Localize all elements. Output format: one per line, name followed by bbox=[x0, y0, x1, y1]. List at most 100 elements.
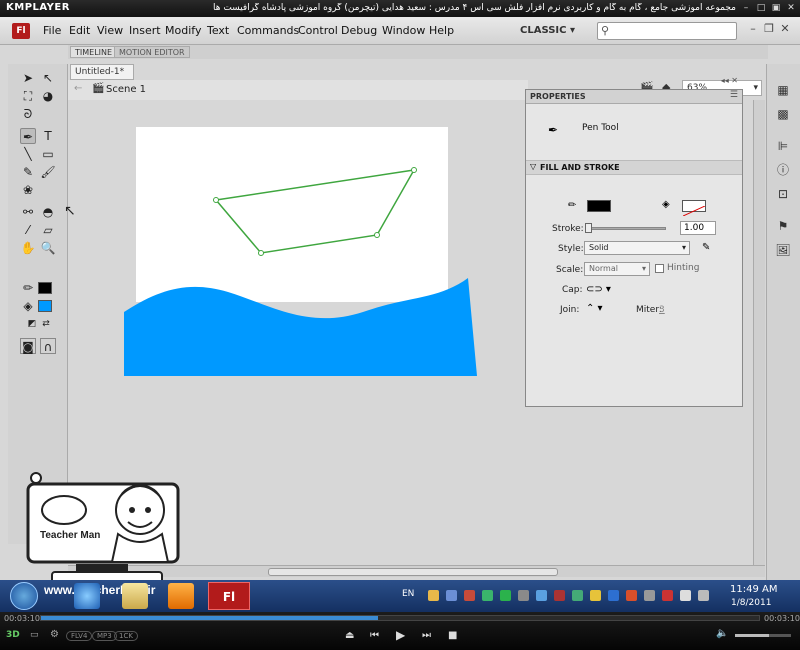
seek-bar[interactable] bbox=[40, 615, 760, 621]
info-panel-icon[interactable]: ⓘ bbox=[775, 162, 791, 178]
fill-color-swatch[interactable] bbox=[38, 300, 52, 312]
menu-file[interactable]: File bbox=[43, 24, 61, 37]
internet-explorer-icon[interactable] bbox=[74, 583, 100, 609]
eyedropper-tool-icon[interactable]: ⁄ bbox=[20, 222, 36, 238]
paint-bucket-tool-icon[interactable]: ◓ bbox=[40, 204, 56, 220]
hinting-checkbox[interactable] bbox=[655, 264, 664, 273]
swap-colors-icon[interactable]: ⇄ bbox=[38, 316, 54, 332]
hand-tool-icon[interactable]: ✋ bbox=[20, 240, 36, 256]
minimize-icon[interactable]: – bbox=[740, 3, 752, 14]
text-tool-icon[interactable]: T bbox=[40, 128, 56, 144]
anchor-point[interactable] bbox=[258, 250, 264, 256]
menu-window[interactable]: Window bbox=[382, 24, 425, 37]
tray-icon[interactable] bbox=[554, 590, 565, 601]
tray-icon[interactable] bbox=[518, 590, 529, 601]
tray-icon[interactable] bbox=[464, 590, 475, 601]
pen-tool-icon[interactable]: ✒ bbox=[20, 128, 36, 144]
tray-icon[interactable] bbox=[608, 590, 619, 601]
tray-icon[interactable] bbox=[446, 590, 457, 601]
stroke-color-swatch[interactable] bbox=[587, 200, 611, 212]
3d-rotation-tool-icon[interactable]: ◕ bbox=[40, 88, 56, 104]
settings-icon[interactable]: ⚙ bbox=[50, 629, 59, 640]
tray-icon[interactable] bbox=[644, 590, 655, 601]
components-panel-icon[interactable]: ⚑ bbox=[775, 218, 791, 234]
menu-view[interactable]: View bbox=[97, 24, 123, 37]
tray-icon[interactable] bbox=[428, 590, 439, 601]
stroke-slider[interactable] bbox=[585, 223, 666, 233]
object-drawing-icon[interactable]: ◙ bbox=[20, 338, 36, 354]
anchor-point[interactable] bbox=[374, 232, 380, 238]
3d-icon[interactable]: 3D bbox=[6, 630, 20, 640]
media-player-icon[interactable] bbox=[168, 583, 194, 609]
menu-help[interactable]: Help bbox=[429, 24, 454, 37]
tray-icon[interactable] bbox=[662, 590, 673, 601]
stroke-style-select[interactable]: Solid ▾ bbox=[584, 241, 690, 255]
stroke-width-field[interactable]: 1.00 bbox=[680, 221, 716, 235]
scrollbar-thumb[interactable] bbox=[268, 568, 558, 576]
next-icon[interactable]: ⏭ bbox=[422, 630, 431, 641]
clock-time[interactable]: 11:49 AM bbox=[730, 584, 777, 595]
volume-slider[interactable] bbox=[735, 634, 791, 637]
collapse-icon[interactable]: ◂◂ ✕ bbox=[721, 76, 738, 85]
menu-text[interactable]: Text bbox=[207, 24, 229, 37]
selection-tool-icon[interactable]: ➤ bbox=[20, 70, 36, 86]
scale-select[interactable]: Normal ▾ bbox=[584, 262, 650, 276]
menu-insert[interactable]: Insert bbox=[129, 24, 161, 37]
tray-icon[interactable] bbox=[590, 590, 601, 601]
eject-icon[interactable]: ⏏ bbox=[345, 630, 354, 641]
swatches-panel-icon[interactable]: ▩ bbox=[775, 106, 791, 122]
bone-tool-icon[interactable]: ⚯ bbox=[20, 204, 36, 220]
snap-to-objects-icon[interactable]: ∩ bbox=[40, 338, 56, 354]
wave-shape[interactable] bbox=[124, 278, 477, 376]
minimize-icon[interactable]: – bbox=[747, 23, 759, 35]
transform-panel-icon[interactable]: ⊡ bbox=[775, 186, 791, 202]
boat-path[interactable] bbox=[214, 169, 416, 254]
join-round-icon[interactable]: ⌃ ▾ bbox=[586, 303, 603, 314]
align-panel-icon[interactable]: ⊫ bbox=[775, 138, 791, 154]
restore-icon[interactable]: ▣ bbox=[770, 3, 782, 14]
stop-icon[interactable]: ■ bbox=[448, 630, 457, 641]
volume-icon[interactable] bbox=[698, 590, 709, 601]
close-icon[interactable]: ✕ bbox=[785, 3, 797, 14]
start-button[interactable] bbox=[10, 582, 38, 610]
tray-icon[interactable] bbox=[626, 590, 637, 601]
eraser-tool-icon[interactable]: ▱ bbox=[40, 222, 56, 238]
flash-taskbar-button[interactable]: Fl bbox=[208, 582, 250, 610]
previous-icon[interactable]: ⏮ bbox=[370, 630, 379, 641]
close-icon[interactable]: ✕ bbox=[779, 23, 791, 35]
tray-icon[interactable] bbox=[572, 590, 583, 601]
explorer-folder-icon[interactable] bbox=[122, 583, 148, 609]
miter-value[interactable]: 3 bbox=[659, 305, 665, 315]
screen-icon[interactable]: ▭ bbox=[30, 630, 39, 640]
rectangle-tool-icon[interactable]: ▭ bbox=[40, 146, 56, 162]
lasso-tool-icon[interactable]: ᘐ bbox=[20, 106, 36, 122]
pencil-tool-icon[interactable]: ✎ bbox=[20, 164, 36, 180]
fill-color-swatch[interactable] bbox=[682, 200, 706, 217]
color-panel-icon[interactable]: ▦ bbox=[775, 82, 791, 98]
restore-icon[interactable]: ❐ bbox=[763, 23, 775, 35]
panel-menu-icon[interactable]: ☰ bbox=[730, 90, 738, 100]
properties-header[interactable]: PROPERTIES ☰ ◂◂ ✕ bbox=[526, 76, 742, 104]
subselection-tool-icon[interactable]: ↖ bbox=[40, 70, 56, 86]
stroke-color-swatch[interactable] bbox=[38, 282, 52, 294]
menu-commands[interactable]: Commands bbox=[237, 24, 299, 37]
fill-stroke-section-header[interactable]: ▽ FILL AND STROKE bbox=[526, 160, 742, 175]
scene-name[interactable]: Scene 1 bbox=[106, 84, 146, 95]
menu-control[interactable]: Control bbox=[298, 24, 338, 37]
slider-thumb[interactable] bbox=[585, 223, 592, 233]
help-search-input[interactable]: ⚲ bbox=[597, 22, 737, 40]
anchor-point[interactable] bbox=[213, 197, 219, 203]
menu-edit[interactable]: Edit bbox=[69, 24, 90, 37]
free-transform-tool-icon[interactable]: ⛶ bbox=[20, 88, 36, 104]
library-panel-icon[interactable]: 🖼 bbox=[775, 242, 791, 258]
play-icon[interactable]: ▶ bbox=[396, 628, 405, 642]
menu-modify[interactable]: Modify bbox=[165, 24, 201, 37]
maximize-icon[interactable]: □ bbox=[755, 3, 767, 14]
edit-stroke-style-icon[interactable]: ✎ bbox=[702, 242, 710, 253]
back-arrow-icon[interactable]: ← bbox=[74, 83, 82, 94]
speaker-icon[interactable]: 🔈 bbox=[716, 628, 728, 639]
tray-icon[interactable] bbox=[482, 590, 493, 601]
deco-tool-icon[interactable]: ❀ bbox=[20, 182, 36, 198]
brush-tool-icon[interactable]: 🖌 bbox=[40, 164, 56, 180]
zoom-tool-icon[interactable]: 🔍 bbox=[40, 240, 56, 256]
